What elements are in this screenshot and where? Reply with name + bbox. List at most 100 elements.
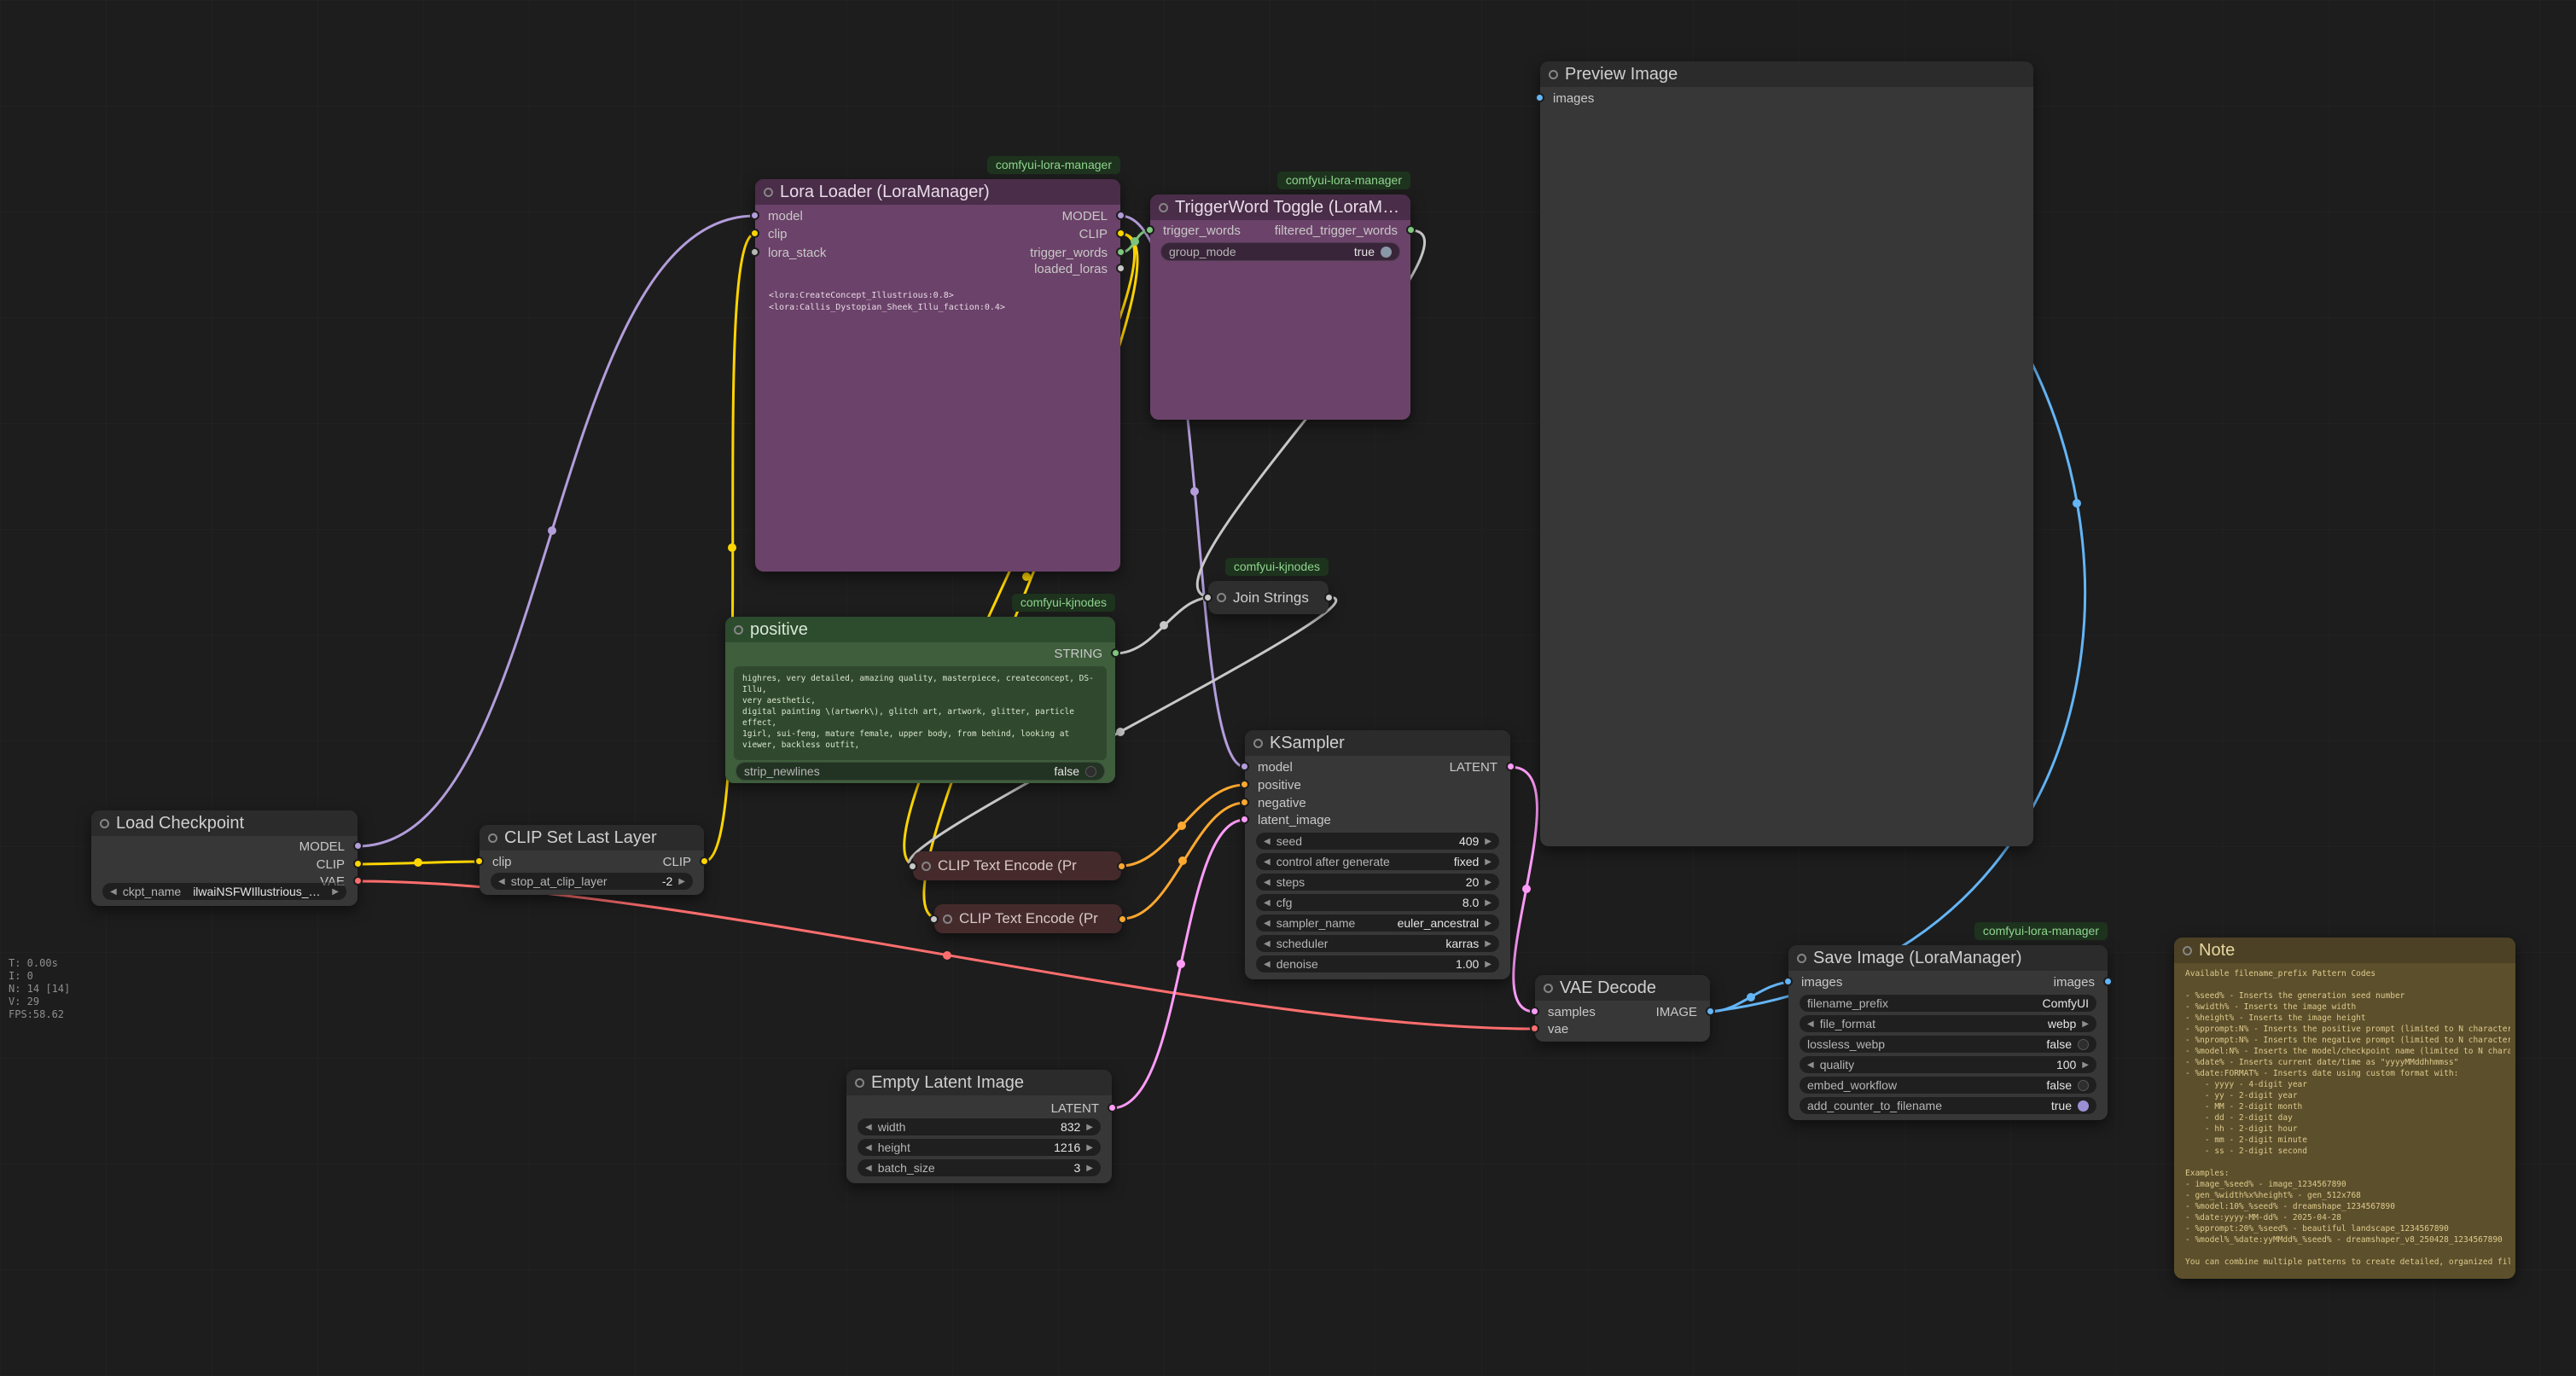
- output-port-MODEL[interactable]: [1116, 211, 1125, 220]
- node-title-bar[interactable]: Join Strings: [1208, 581, 1329, 614]
- node-title-bar[interactable]: Note: [2174, 938, 2515, 963]
- node-title-bar[interactable]: Empty Latent Image: [846, 1070, 1112, 1095]
- toggle-indicator[interactable]: [1085, 766, 1096, 777]
- collapsed-output-port[interactable]: [1324, 593, 1334, 602]
- note-text[interactable]: Available filename_prefix Pattern Codes …: [2185, 968, 2510, 1274]
- output-port-LATENT[interactable]: [1108, 1103, 1117, 1112]
- widget-steps[interactable]: ◀steps20▶: [1255, 873, 1500, 891]
- widget-seed[interactable]: ◀seed409▶: [1255, 832, 1500, 851]
- increment-arrow[interactable]: ▶: [1485, 939, 1492, 949]
- widget-value[interactable]: 20: [1466, 875, 1480, 889]
- widget-ckpt_name[interactable]: ◀ckpt_nameilwaiNSFWIllustrious_v110.s…▶: [102, 882, 347, 901]
- collapse-dot[interactable]: [488, 833, 497, 843]
- widget-value[interactable]: fixed: [1454, 855, 1480, 868]
- node-title-bar[interactable]: CLIP Text Encode (Pr: [913, 851, 1121, 880]
- toggle-indicator[interactable]: [2078, 1100, 2089, 1112]
- widget-add_counter_to_filename[interactable]: add_counter_to_filenametrue: [1799, 1096, 2097, 1115]
- widget-denoise[interactable]: ◀denoise1.00▶: [1255, 955, 1500, 973]
- decrement-arrow[interactable]: ◀: [1264, 939, 1271, 949]
- decrement-arrow[interactable]: ◀: [1264, 919, 1271, 928]
- widget-lossless_webp[interactable]: lossless_webpfalse: [1799, 1035, 2097, 1054]
- collapse-dot[interactable]: [855, 1078, 864, 1088]
- widget-value[interactable]: -2: [662, 874, 672, 888]
- node-save-image[interactable]: comfyui-lora-managerSave Image (LoraMana…: [1788, 945, 2108, 1120]
- toggle-indicator[interactable]: [2078, 1080, 2089, 1091]
- widget-batch_size[interactable]: ◀batch_size3▶: [857, 1158, 1102, 1177]
- collapse-dot[interactable]: [2183, 946, 2192, 955]
- output-port-LATENT[interactable]: [1506, 762, 1515, 771]
- decrement-arrow[interactable]: ◀: [1264, 837, 1271, 846]
- collapse-dot[interactable]: [943, 914, 952, 924]
- widget-value[interactable]: false: [2046, 1078, 2072, 1092]
- output-port-MODEL[interactable]: [353, 841, 363, 851]
- input-port-negative[interactable]: [1240, 798, 1249, 807]
- increment-arrow[interactable]: ▶: [1086, 1164, 1093, 1173]
- node-clip-text-encode-positive[interactable]: CLIP Text Encode (Pr: [913, 851, 1121, 880]
- node-clip-set-last-layer[interactable]: CLIP Set Last LayerclipCLIP◀stop_at_clip…: [480, 825, 704, 895]
- output-port-trigger_words[interactable]: [1116, 247, 1125, 257]
- input-port-vae[interactable]: [1530, 1024, 1539, 1033]
- node-positive-prompt[interactable]: comfyui-kjnodespositiveSTRINGhighres, ve…: [725, 617, 1115, 783]
- toggle-indicator[interactable]: [1381, 247, 1392, 258]
- collapsed-output-port[interactable]: [1117, 862, 1126, 871]
- decrement-arrow[interactable]: ◀: [865, 1123, 872, 1132]
- node-title-bar[interactable]: VAE Decode: [1535, 975, 1710, 1001]
- node-triggerword-toggle[interactable]: comfyui-lora-managerTriggerWord Toggle (…: [1150, 194, 1410, 420]
- decrement-arrow[interactable]: ◀: [1807, 1060, 1814, 1070]
- widget-group_mode[interactable]: group_modetrue: [1160, 242, 1400, 261]
- widget-quality[interactable]: ◀quality100▶: [1799, 1055, 2097, 1074]
- node-ksampler[interactable]: KSamplermodelpositivenegativelatent_imag…: [1245, 730, 1510, 979]
- node-lora-loader[interactable]: comfyui-lora-managerLora Loader (LoraMan…: [755, 179, 1120, 572]
- node-vae-decode[interactable]: VAE DecodesamplesvaeIMAGE: [1535, 975, 1710, 1042]
- prompt-textarea[interactable]: highres, very detailed, amazing quality,…: [734, 666, 1107, 760]
- decrement-arrow[interactable]: ◀: [865, 1143, 872, 1152]
- increment-arrow[interactable]: ▶: [2082, 1060, 2089, 1070]
- output-port-VAE[interactable]: [353, 876, 363, 885]
- collapse-dot[interactable]: [1253, 739, 1263, 748]
- widget-value[interactable]: 409: [1459, 834, 1479, 848]
- toggle-indicator[interactable]: [2078, 1039, 2089, 1050]
- widget-value[interactable]: 1.00: [1456, 957, 1479, 971]
- output-port-images[interactable]: [2103, 977, 2113, 986]
- output-port-IMAGE[interactable]: [1706, 1007, 1715, 1016]
- widget-sampler_name[interactable]: ◀sampler_nameeuler_ancestral▶: [1255, 914, 1500, 932]
- widget-control-after-generate[interactable]: ◀control after generatefixed▶: [1255, 852, 1500, 871]
- widget-value[interactable]: 3: [1074, 1161, 1081, 1175]
- widget-value[interactable]: karras: [1445, 937, 1479, 950]
- node-graph-canvas[interactable]: Load CheckpointMODELCLIPVAE◀ckpt_nameilw…: [0, 0, 2576, 1376]
- decrement-arrow[interactable]: ◀: [1264, 878, 1271, 887]
- widget-value[interactable]: false: [1054, 764, 1079, 778]
- node-empty-latent-image[interactable]: Empty Latent ImageLATENT◀width832▶◀heigh…: [846, 1070, 1112, 1183]
- collapse-dot[interactable]: [100, 819, 109, 828]
- collapse-dot[interactable]: [922, 862, 931, 871]
- increment-arrow[interactable]: ▶: [1485, 857, 1492, 867]
- widget-cfg[interactable]: ◀cfg8.0▶: [1255, 893, 1500, 912]
- widget-value[interactable]: 100: [2056, 1058, 2076, 1071]
- widget-filename_prefix[interactable]: filename_prefixComfyUI: [1799, 994, 2097, 1013]
- decrement-arrow[interactable]: ◀: [1264, 857, 1271, 867]
- decrement-arrow[interactable]: ◀: [1264, 960, 1271, 969]
- increment-arrow[interactable]: ▶: [1485, 878, 1492, 887]
- increment-arrow[interactable]: ▶: [1485, 898, 1492, 908]
- widget-embed_workflow[interactable]: embed_workflowfalse: [1799, 1076, 2097, 1094]
- increment-arrow[interactable]: ▶: [2082, 1019, 2089, 1029]
- node-preview-image[interactable]: Preview Imageimages: [1540, 61, 2033, 846]
- widget-value[interactable]: true: [1354, 245, 1375, 258]
- node-note[interactable]: Note Available filename_prefix Pattern Co…: [2174, 938, 2515, 1279]
- node-title-bar[interactable]: TriggerWord Toggle (LoraManager): [1150, 194, 1410, 220]
- node-clip-text-encode-negative[interactable]: CLIP Text Encode (Pr: [934, 904, 1122, 933]
- decrement-arrow[interactable]: ◀: [498, 877, 505, 886]
- collapse-dot[interactable]: [734, 625, 743, 635]
- collapse-dot[interactable]: [1549, 70, 1558, 79]
- node-title-bar[interactable]: CLIP Text Encode (Pr: [934, 904, 1122, 933]
- widget-value[interactable]: false: [2046, 1037, 2072, 1051]
- widget-file_format[interactable]: ◀file_formatwebp▶: [1799, 1014, 2097, 1033]
- decrement-arrow[interactable]: ◀: [110, 887, 117, 897]
- widget-value[interactable]: 832: [1061, 1120, 1080, 1134]
- increment-arrow[interactable]: ▶: [678, 877, 685, 886]
- collapse-dot[interactable]: [1797, 954, 1806, 963]
- collapsed-output-port[interactable]: [1118, 914, 1127, 924]
- widget-value[interactable]: webp: [2048, 1017, 2076, 1031]
- increment-arrow[interactable]: ▶: [1485, 960, 1492, 969]
- widget-value[interactable]: 8.0: [1462, 896, 1479, 909]
